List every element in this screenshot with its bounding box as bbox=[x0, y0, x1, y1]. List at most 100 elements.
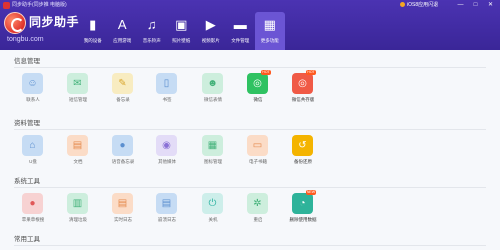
film-icon: ▶ bbox=[205, 17, 216, 32]
badge: NEW bbox=[306, 190, 316, 195]
tool-label: 崩溃日志 bbox=[158, 217, 176, 222]
badge: HOT bbox=[306, 70, 316, 75]
tool-label: 实时日志 bbox=[114, 217, 132, 222]
close-button[interactable]: ✕ bbox=[485, 0, 496, 10]
tool-label: 短信管理 bbox=[69, 97, 87, 102]
warning-icon bbox=[400, 2, 405, 7]
tool-contacts[interactable]: ☺ 联系人 bbox=[20, 73, 46, 103]
tool-label: 其他媒体 bbox=[158, 159, 176, 164]
tool-label: 电子书籍 bbox=[249, 159, 267, 164]
document-icon: ▤ bbox=[67, 135, 88, 156]
more-features-panel: 信息管理 ☺ 联系人 ✉ 短信管理 ✎ 备忘录 ▯ 书签 ☻ 微信表情 ◎ HOT 微信 ◎ HOT 微信共存版… bbox=[0, 50, 500, 250]
tab-folder[interactable]: ▬ 文件管理 bbox=[226, 12, 256, 50]
tab-grid[interactable]: ▦ 更多功能 bbox=[255, 12, 285, 50]
tab-label: 文件管理 bbox=[231, 38, 250, 43]
tab-film[interactable]: ▶ 视频影片 bbox=[196, 12, 226, 50]
tab-label: 视频影片 bbox=[201, 38, 220, 43]
section-title: 资料管理 bbox=[14, 120, 40, 127]
tab-app-store[interactable]: A 应用游戏 bbox=[108, 12, 138, 50]
sms-icon: ✉ bbox=[67, 73, 88, 94]
tool-bookmark[interactable]: ▯ 书签 bbox=[154, 73, 180, 103]
tool-crash-log[interactable]: ▤ 崩溃日志 bbox=[154, 193, 180, 223]
tool-label: 清理垃圾 bbox=[69, 217, 87, 222]
tool-restart[interactable]: ✲ 重启 bbox=[245, 193, 271, 223]
tool-label: 微信表情 bbox=[204, 97, 222, 102]
restart-icon: ✲ bbox=[247, 193, 268, 214]
crash-log-icon: ▤ bbox=[156, 193, 177, 214]
bookmark-icon: ▯ bbox=[156, 73, 177, 94]
tool-icon-grid[interactable]: ▦ 图标管理 bbox=[200, 135, 226, 165]
tool-label: 联系人 bbox=[26, 97, 40, 102]
ebook-icon: ▭ bbox=[247, 135, 268, 156]
tab-label: 照片壁纸 bbox=[172, 38, 191, 43]
tab-music-note[interactable]: ♫ 音乐铃声 bbox=[137, 12, 167, 50]
tab-phone[interactable]: ▮ 我的设备 bbox=[78, 12, 108, 50]
minimize-button[interactable]: — bbox=[455, 0, 466, 10]
icon-grid-icon: ▦ bbox=[202, 135, 223, 156]
tab-label: 音乐铃声 bbox=[142, 38, 161, 43]
tool-label: 微信共存版 bbox=[291, 97, 315, 102]
section-title: 常用工具 bbox=[14, 236, 40, 243]
tool-apple[interactable]: ● 苹果草根搜 bbox=[20, 193, 46, 223]
tool-label: 删除使用数据 bbox=[289, 217, 317, 222]
tool-ebook[interactable]: ▭ 电子书籍 bbox=[245, 135, 271, 165]
tool-emoji[interactable]: ☻ 微信表情 bbox=[200, 73, 226, 103]
tool-label: 语音备忘录 bbox=[111, 159, 135, 164]
tool-label: 微信 bbox=[253, 97, 263, 102]
tool-trash[interactable]: ▥ 清理垃圾 bbox=[65, 193, 91, 223]
tool-label: 图标管理 bbox=[204, 159, 222, 164]
usb-icon: ⌂ bbox=[22, 135, 43, 156]
grid-icon: ▦ bbox=[263, 17, 276, 32]
tool-label: 文档 bbox=[73, 159, 83, 164]
tool-wechat-dual[interactable]: ◎ HOT 微信共存版 bbox=[290, 70, 316, 103]
wechat-dual-icon: ◎ bbox=[292, 73, 313, 94]
logo-text: 同步助手 bbox=[29, 15, 80, 29]
ios-crash-repair-label: iOS8应用闪退 bbox=[407, 2, 439, 8]
microphone-icon: ● bbox=[112, 135, 133, 156]
tool-label: 重启 bbox=[253, 217, 263, 222]
maximize-button[interactable]: □ bbox=[470, 0, 481, 10]
tool-backup[interactable]: ↺ 备份还原 bbox=[290, 135, 316, 165]
trash-icon: ▥ bbox=[67, 193, 88, 214]
power-icon: ⏻ bbox=[202, 193, 223, 214]
tool-sms[interactable]: ✉ 短信管理 bbox=[65, 73, 91, 103]
tool-wechat[interactable]: ◎ HOT 微信 bbox=[245, 70, 271, 103]
tool-usb[interactable]: ⌂ U盘 bbox=[20, 135, 46, 165]
tool-power[interactable]: ⏻ 关机 bbox=[200, 193, 226, 223]
podcast-icon: ◉ bbox=[156, 135, 177, 156]
section-divider bbox=[14, 187, 486, 188]
log-icon: ▤ bbox=[112, 193, 133, 214]
section-divider bbox=[14, 245, 486, 246]
badge: HOT bbox=[261, 70, 271, 75]
tab-label: 应用游戏 bbox=[113, 38, 132, 43]
window-title: 同步助手(同步推 电脑版) bbox=[12, 2, 67, 8]
tool-memo[interactable]: ✎ 备忘录 bbox=[110, 73, 136, 103]
wechat-icon: ◎ bbox=[247, 73, 268, 94]
section-title: 信息管理 bbox=[14, 58, 40, 65]
header: 同步助手(同步推 电脑版) iOS8应用闪退 — □ ✕ 同步助手 tongbu… bbox=[0, 0, 500, 50]
tool-podcast[interactable]: ◉ 其他媒体 bbox=[154, 135, 180, 165]
image-icon: ▣ bbox=[175, 17, 188, 32]
tool-label: 关机 bbox=[208, 217, 218, 222]
folder-icon: ▬ bbox=[233, 17, 247, 32]
tool-pie-chart[interactable]: ◔ NEW 删除使用数据 bbox=[290, 190, 317, 223]
tool-document[interactable]: ▤ 文档 bbox=[65, 135, 91, 165]
ios-crash-repair-link[interactable]: iOS8应用闪退 bbox=[400, 1, 438, 9]
tool-label: 苹果草根搜 bbox=[21, 217, 45, 222]
section-divider bbox=[14, 67, 486, 68]
memo-icon: ✎ bbox=[112, 73, 133, 94]
title-bar: 同步助手(同步推 电脑版) iOS8应用闪退 — □ ✕ bbox=[0, 0, 500, 10]
tool-log[interactable]: ▤ 实时日志 bbox=[110, 193, 136, 223]
contacts-icon: ☺ bbox=[22, 73, 43, 94]
section-divider bbox=[14, 129, 486, 130]
tool-microphone[interactable]: ● 语音备忘录 bbox=[110, 135, 136, 165]
emoji-icon: ☻ bbox=[202, 73, 223, 94]
tool-label: 书签 bbox=[162, 97, 172, 102]
tab-image[interactable]: ▣ 照片壁纸 bbox=[167, 12, 197, 50]
logo: 同步助手 tongbu.com bbox=[4, 12, 79, 46]
backup-icon: ↺ bbox=[292, 135, 313, 156]
app-store-icon: A bbox=[117, 17, 127, 32]
app-icon bbox=[3, 2, 10, 9]
tool-label: 备份还原 bbox=[294, 159, 312, 164]
apple-icon: ● bbox=[22, 193, 43, 214]
